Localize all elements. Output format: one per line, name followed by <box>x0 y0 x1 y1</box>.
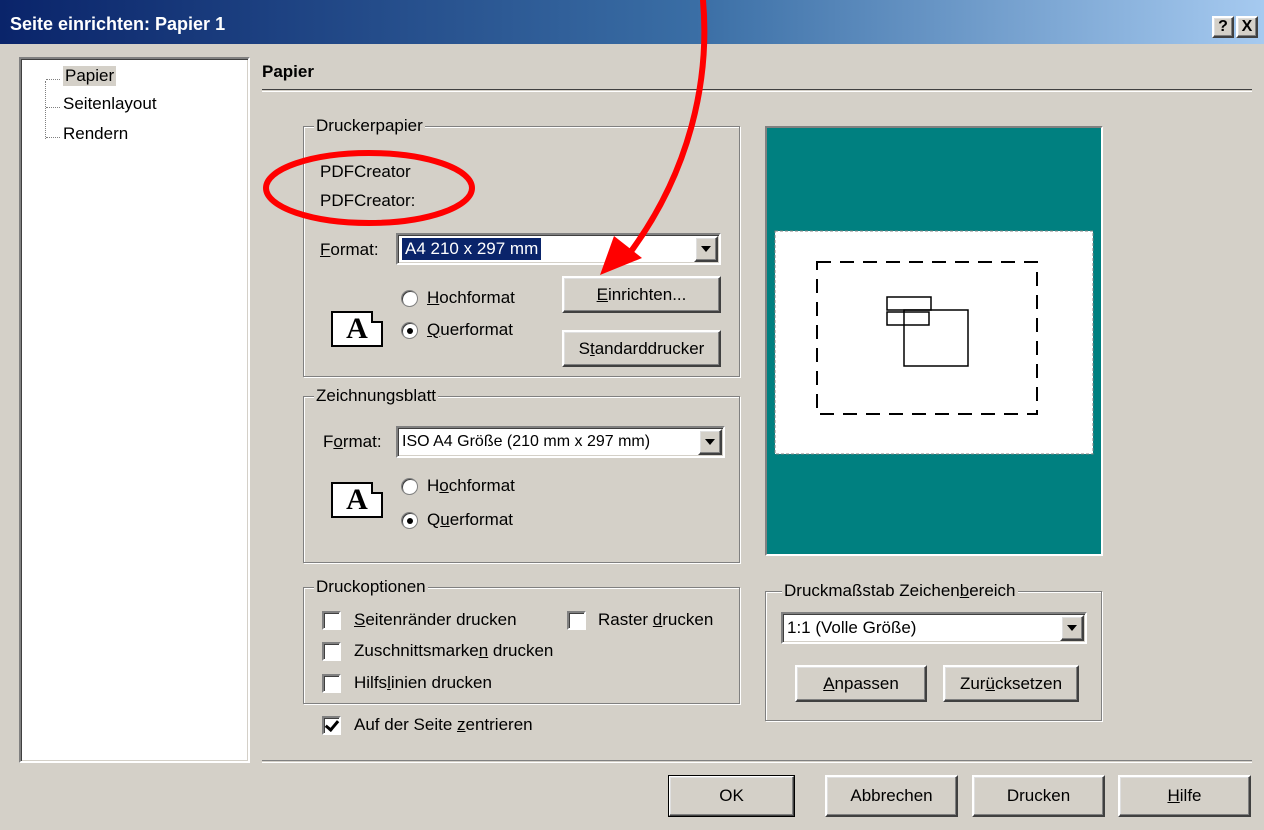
print-grid-label[interactable]: Raster drucken <box>598 610 713 630</box>
bottom-divider <box>262 760 1252 763</box>
page-heading: Papier <box>262 62 314 81</box>
print-scale-dropdown[interactable]: 1:1 (Volle Größe) <box>781 612 1087 644</box>
title-bar[interactable]: Seite einrichten: Papier 1 ? X <box>0 0 1264 44</box>
tree-item-rendern[interactable]: Rendern <box>63 124 128 144</box>
print-margins-checkbox[interactable] <box>322 611 341 630</box>
printer-port: PDFCreator: <box>320 191 416 210</box>
preview-drawing <box>774 230 1094 455</box>
cancel-button[interactable]: Abbrechen <box>825 775 958 817</box>
paper-format-value: A4 210 x 297 mm <box>398 235 694 263</box>
print-button[interactable]: Drucken <box>972 775 1105 817</box>
category-tree[interactable]: Papier Seitenlayout Rendern <box>19 57 250 763</box>
close-button[interactable]: X <box>1236 16 1258 38</box>
print-grid-checkbox[interactable] <box>567 611 586 630</box>
preview-paper <box>774 230 1094 455</box>
center-on-page-checkbox[interactable] <box>322 716 341 735</box>
paper-landscape-label[interactable]: Querformat <box>427 320 513 340</box>
page-preview <box>765 126 1103 556</box>
default-printer-button[interactable]: St andarddrucker <box>562 330 721 367</box>
sheet-portrait-radio[interactable] <box>401 478 418 495</box>
printer-name: PDFCreator <box>320 162 411 181</box>
tree-branch <box>46 137 60 138</box>
print-scale-group-title: Druckmaßstab Zeichenbereich <box>782 581 1018 601</box>
window-title: Seite einrichten: Papier 1 <box>10 14 226 34</box>
sheet-portrait-label[interactable]: Hochformat <box>427 476 515 496</box>
sheet-format-label: Format: <box>323 432 382 451</box>
drawing-sheet-group-title: Zeichnungsblatt <box>314 386 439 406</box>
print-crop-marks-label[interactable]: Zuschnittsmarken drucken <box>354 641 553 661</box>
print-guides-label[interactable]: Hilfslinien drucken <box>354 673 492 693</box>
heading-divider <box>262 89 1252 92</box>
paper-portrait-label[interactable]: Hochformat <box>427 288 515 308</box>
help-question-button[interactable]: ? <box>1212 16 1234 38</box>
chevron-down-icon[interactable] <box>694 236 718 262</box>
paper-portrait-radio[interactable] <box>401 290 418 307</box>
sheet-format-dropdown[interactable]: ISO A4 Größe (210 mm x 297 mm) <box>396 426 725 458</box>
paper-format-dropdown[interactable]: A4 210 x 297 mm <box>396 233 721 265</box>
paper-landscape-radio[interactable] <box>401 322 418 339</box>
printer-setup-button[interactable]: Einrichten... <box>562 276 721 313</box>
paper-format-label: Format: <box>320 240 379 259</box>
sheet-landscape-radio[interactable] <box>401 512 418 529</box>
tree-connector-line <box>45 81 46 139</box>
ok-button[interactable]: OK <box>668 775 795 817</box>
tree-item-papier[interactable]: Papier <box>63 66 117 86</box>
print-options-group-title: Druckoptionen <box>314 577 428 597</box>
print-crop-marks-checkbox[interactable] <box>322 642 341 661</box>
tree-branch <box>46 79 60 80</box>
tree-branch <box>46 107 60 108</box>
chevron-down-icon[interactable] <box>1060 615 1084 641</box>
print-margins-label[interactable]: Seitenränder drucken <box>354 610 517 630</box>
tree-item-seitenlayout[interactable]: Seitenlayout <box>63 94 157 114</box>
print-guides-checkbox[interactable] <box>322 674 341 693</box>
landscape-orientation-icon: A <box>331 482 383 518</box>
help-button[interactable]: Hilfe <box>1118 775 1251 817</box>
sheet-format-value: ISO A4 Größe (210 mm x 297 mm) <box>402 433 651 450</box>
printer-paper-group-title: Druckerpapier <box>314 116 425 136</box>
fit-button[interactable]: Anpassen <box>795 665 927 702</box>
reset-button[interactable]: Zur ü cksetzen <box>943 665 1079 702</box>
chevron-down-icon[interactable] <box>698 429 722 455</box>
center-on-page-label[interactable]: Auf der Seite zentrieren <box>354 715 533 735</box>
print-scale-value: 1:1 (Volle Größe) <box>787 618 917 637</box>
drawing-sheet-group: Zeichnungsblatt <box>303 386 740 563</box>
sheet-landscape-label[interactable]: Querformat <box>427 510 513 530</box>
landscape-orientation-icon: A <box>331 311 383 347</box>
